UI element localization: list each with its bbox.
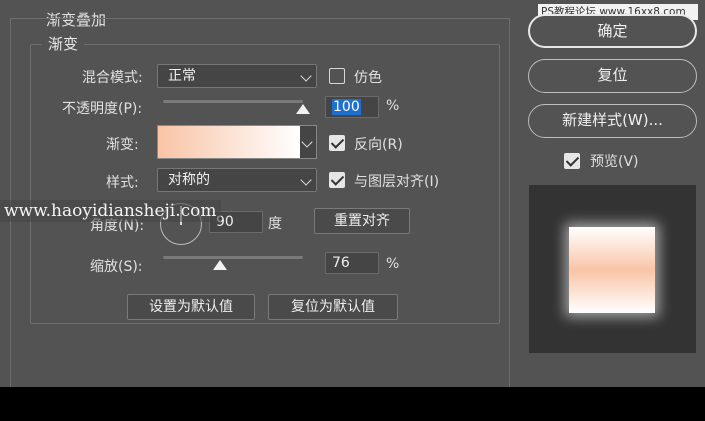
style-label: 样式: <box>106 175 139 191</box>
gradient-label: 渐变: <box>106 137 139 153</box>
blend-mode-select[interactable]: 正常 <box>157 64 317 88</box>
gradient-group-title: 渐变 <box>42 33 85 54</box>
align-with-layer-label: 与图层对齐(I) <box>354 174 440 190</box>
preview-checkbox[interactable] <box>564 153 580 169</box>
opacity-input[interactable]: 100 <box>325 96 379 118</box>
preview-swatch <box>569 227 655 313</box>
gradient-picker[interactable] <box>157 125 317 159</box>
style-select[interactable]: 对称的 <box>157 168 317 192</box>
preview-label: 预览(V) <box>590 154 639 170</box>
reset-to-default-button[interactable]: 复位为默认值 <box>268 294 398 320</box>
style-value: 对称的 <box>168 172 210 188</box>
ok-button[interactable]: 确定 <box>528 14 697 48</box>
angle-unit: 度 <box>268 216 282 232</box>
reset-alignment-button[interactable]: 重置对齐 <box>314 208 410 234</box>
scale-slider-thumb[interactable] <box>213 260 228 270</box>
chevron-down-icon <box>300 174 312 186</box>
reverse-label: 反向(R) <box>354 137 403 153</box>
opacity-unit: % <box>386 98 400 114</box>
scale-value: 76 <box>332 255 350 271</box>
dither-label: 仿色 <box>354 70 382 86</box>
bottom-strip <box>0 387 705 421</box>
scale-input[interactable]: 76 <box>325 252 379 274</box>
chevron-down-icon[interactable] <box>301 136 313 148</box>
blend-mode-label: 混合模式: <box>82 70 143 86</box>
new-style-button[interactable]: 新建样式(W)... <box>528 104 697 138</box>
gradient-swatch[interactable] <box>158 126 300 158</box>
reverse-checkbox[interactable] <box>329 135 345 151</box>
reset-button[interactable]: 复位 <box>528 59 697 93</box>
opacity-slider-track[interactable] <box>163 100 303 103</box>
set-as-default-button[interactable]: 设置为默认值 <box>127 294 255 320</box>
opacity-value: 100 <box>332 99 361 115</box>
blend-mode-value: 正常 <box>168 68 196 84</box>
align-with-layer-checkbox[interactable] <box>329 172 345 188</box>
opacity-label: 不透明度(P): <box>62 101 143 117</box>
chevron-down-icon <box>300 70 312 82</box>
watermark-mid: www.haoyidiansheji.com <box>0 200 221 222</box>
dither-checkbox[interactable] <box>329 68 345 84</box>
scale-label: 缩放(S): <box>90 259 143 275</box>
preview-box <box>529 185 696 353</box>
scale-slider-track[interactable] <box>163 256 303 259</box>
scale-unit: % <box>386 256 400 272</box>
opacity-slider-thumb[interactable] <box>296 104 310 114</box>
